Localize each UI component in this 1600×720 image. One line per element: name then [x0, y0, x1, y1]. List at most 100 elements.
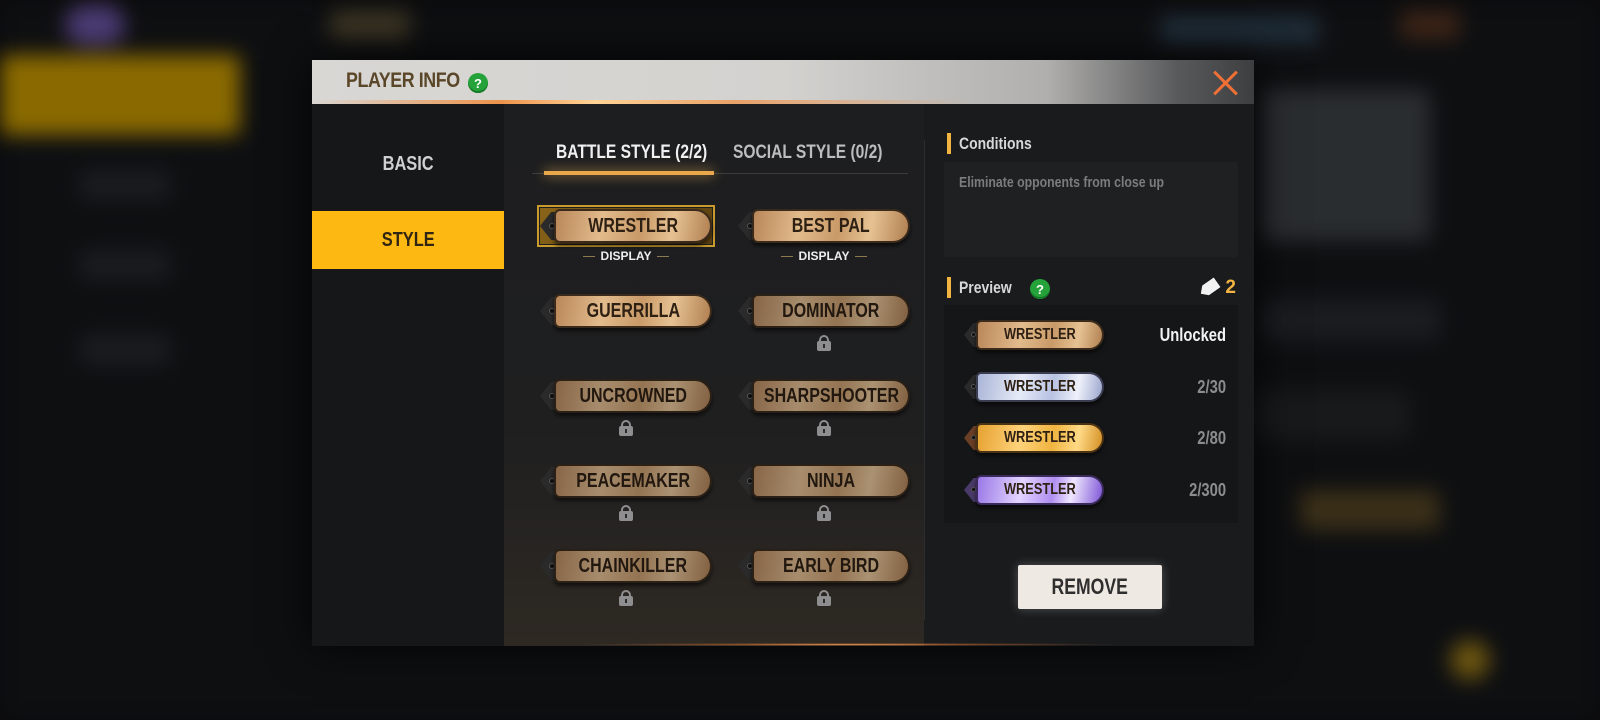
- player-info-dialog: PLAYER INFO ? BASIC STYLE BATTLE STYLE (…: [312, 60, 1254, 646]
- status-label: DISPLAY: [798, 249, 850, 263]
- conditions-text: Eliminate opponents from close up: [959, 174, 1165, 191]
- style-tag[interactable]: GUERRILLA: [540, 293, 712, 329]
- preview-tag-label: WRESTLER: [1004, 378, 1076, 395]
- dash-decoration: [657, 256, 670, 258]
- style-item: PEACEMAKER: [540, 463, 712, 533]
- tag-count-value: 2: [1225, 277, 1236, 298]
- preview-tag-amber: WRESTLER: [964, 423, 1104, 453]
- style-tag[interactable]: NINJA: [738, 463, 910, 499]
- style-tag[interactable]: DOMINATOR: [738, 293, 910, 329]
- preview-title: Preview: [959, 277, 1012, 297]
- display-status: DISPLAY: [738, 249, 910, 263]
- style-tag-label: BEST PAL: [792, 214, 870, 237]
- style-item: CHAINKILLER: [540, 548, 712, 618]
- tag-body: SHARPSHOOTER: [752, 379, 910, 413]
- tag-body: WRESTLER: [976, 423, 1104, 453]
- style-tag-label: WRESTLER: [588, 214, 678, 237]
- preview-tag-label: WRESTLER: [1004, 429, 1076, 446]
- tab-social-style[interactable]: SOCIAL STYLE (0/2): [733, 142, 915, 164]
- style-tag-label: CHAINKILLER: [578, 554, 688, 577]
- lock-icon: [817, 420, 831, 436]
- preview-tag-violet: WRESTLER: [964, 475, 1104, 505]
- tag-body: BEST PAL: [752, 209, 910, 243]
- style-tag[interactable]: SHARPSHOOTER: [738, 378, 910, 414]
- panel-divider: [924, 140, 925, 620]
- tab-label: BATTLE STYLE (2/2): [556, 142, 708, 163]
- tag-body: WRESTLER: [976, 475, 1104, 505]
- tag-body: WRESTLER: [976, 320, 1104, 350]
- style-item: GUERRILLA: [540, 293, 712, 363]
- lock-icon: [817, 335, 831, 351]
- preview-row: WRESTLER 2/30: [964, 372, 1226, 406]
- help-icon[interactable]: ?: [468, 73, 488, 93]
- lock-icon: [817, 505, 831, 521]
- style-tag[interactable]: UNCROWNED: [540, 378, 712, 414]
- style-tag-label: PEACEMAKER: [576, 469, 690, 492]
- tag-body: CHAINKILLER: [554, 549, 712, 583]
- dash-decoration: [780, 256, 793, 258]
- tag-body: DOMINATOR: [752, 294, 910, 328]
- dash-decoration: [855, 256, 868, 258]
- nav-item-style[interactable]: STYLE: [312, 211, 504, 269]
- section-accent-bar: [947, 277, 951, 298]
- conditions-title: Conditions: [959, 133, 1032, 153]
- tag-body: PEACEMAKER: [554, 464, 712, 498]
- tab-label: SOCIAL STYLE (0/2): [733, 142, 883, 163]
- preview-tag-label: WRESTLER: [1004, 326, 1076, 343]
- conditions-box: Eliminate opponents from close up: [944, 162, 1238, 257]
- style-tag[interactable]: PEACEMAKER: [540, 463, 712, 499]
- preview-progress: 2/80: [1197, 428, 1226, 448]
- tag-body: UNCROWNED: [554, 379, 712, 413]
- style-list-panel: BATTLE STYLE (2/2) SOCIAL STYLE (0/2) WR…: [504, 104, 1124, 646]
- style-item: NINJA: [738, 463, 910, 533]
- lock-icon: [619, 505, 633, 521]
- preview-box: WRESTLER Unlocked WRESTLER 2/30 WRESTLER 2/80…: [944, 305, 1238, 523]
- side-nav: BASIC STYLE: [312, 104, 504, 646]
- style-tag[interactable]: BEST PAL: [738, 208, 910, 244]
- display-status: DISPLAY: [540, 249, 712, 263]
- style-tag-label: NINJA: [806, 469, 855, 492]
- tag-body: NINJA: [752, 464, 910, 498]
- style-tag[interactable]: CHAINKILLER: [540, 548, 712, 584]
- nav-item-label: STYLE: [381, 228, 435, 251]
- tag-body: GUERRILLA: [554, 294, 712, 328]
- style-tag-label: UNCROWNED: [579, 384, 687, 407]
- dialog-titlebar: PLAYER INFO ?: [312, 60, 1254, 104]
- lock-icon: [619, 420, 633, 436]
- tag-body: EARLY BIRD: [752, 549, 910, 583]
- tag-icon: [1198, 277, 1221, 298]
- style-item: BEST PAL DISPLAY: [738, 208, 910, 278]
- style-tag-label: DOMINATOR: [782, 299, 880, 322]
- tag-body: WRESTLER: [554, 209, 712, 243]
- tab-battle-style[interactable]: BATTLE STYLE (2/2): [556, 142, 740, 164]
- style-tag[interactable]: EARLY BIRD: [738, 548, 910, 584]
- style-tag-label: EARLY BIRD: [782, 554, 880, 577]
- preview-progress: Unlocked: [1159, 325, 1226, 345]
- preview-row: WRESTLER Unlocked: [964, 320, 1226, 354]
- preview-tag-label: WRESTLER: [1004, 481, 1076, 498]
- style-tabs: BATTLE STYLE (2/2) SOCIAL STYLE (0/2): [532, 142, 908, 175]
- preview-heading: Preview: [947, 277, 1023, 298]
- preview-progress: 2/300: [1189, 480, 1226, 500]
- lock-icon: [619, 590, 633, 606]
- preview-tag-silver: WRESTLER: [964, 372, 1104, 402]
- status-label: DISPLAY: [600, 249, 652, 263]
- style-item: EARLY BIRD: [738, 548, 910, 618]
- tag-count: 2: [1199, 277, 1236, 299]
- tag-body: WRESTLER: [976, 372, 1104, 402]
- style-tag[interactable]: WRESTLER: [537, 205, 715, 247]
- active-tab-indicator: [544, 171, 714, 175]
- style-item: DOMINATOR: [738, 293, 910, 363]
- nav-item-basic[interactable]: BASIC: [312, 135, 504, 193]
- close-icon[interactable]: [1212, 68, 1240, 96]
- lock-icon: [817, 590, 831, 606]
- preview-tag-gold: WRESTLER: [964, 320, 1104, 350]
- preview-row: WRESTLER 2/80: [964, 423, 1226, 457]
- section-accent-bar: [947, 133, 951, 154]
- style-item: WRESTLER DISPLAY: [537, 205, 715, 278]
- preview-help-icon[interactable]: ?: [1030, 279, 1050, 299]
- style-item: UNCROWNED: [540, 378, 712, 448]
- style-tag-label: SHARPSHOOTER: [763, 384, 899, 407]
- remove-button[interactable]: REMOVE: [1018, 565, 1162, 609]
- dialog-title: PLAYER INFO: [346, 69, 460, 92]
